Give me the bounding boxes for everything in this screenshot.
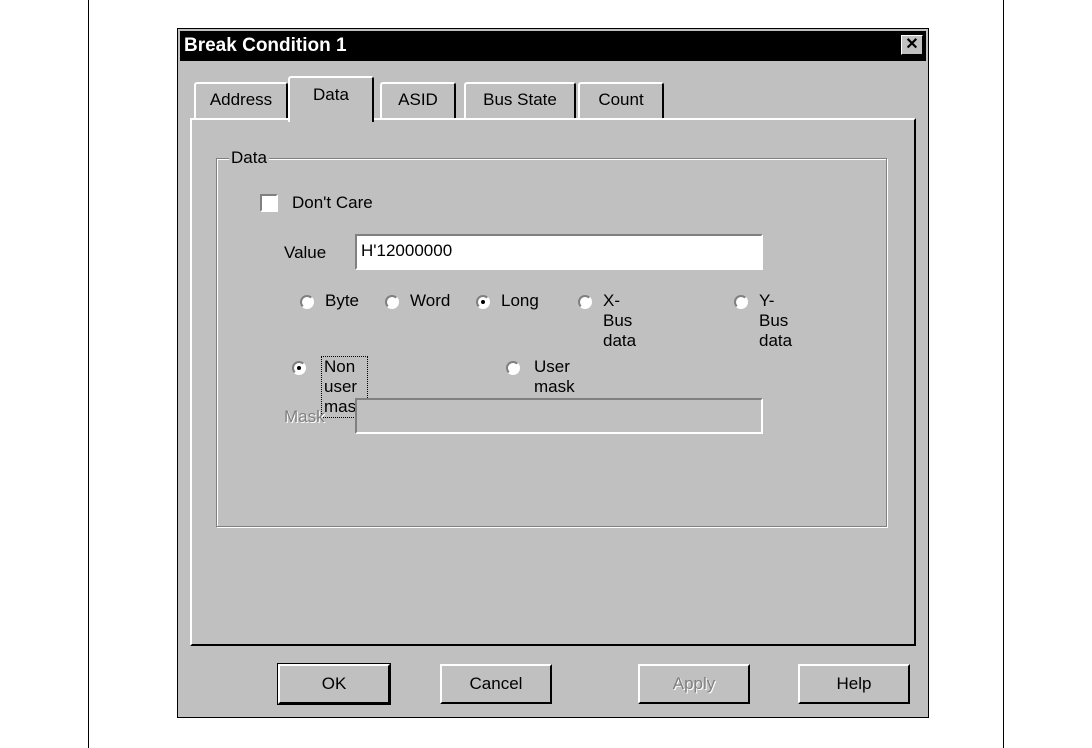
dialog-title: Break Condition 1 [184,35,347,56]
radio-x-bus-data[interactable] [578,295,592,309]
tab-data-label: Data [313,85,349,104]
tab-asid-label: ASID [398,90,438,109]
value-input[interactable]: H'12000000 [355,234,763,270]
title-bar: Break Condition 1 ✕ [180,31,926,61]
mask-input [355,398,763,434]
tab-data[interactable]: Data [288,76,374,122]
tab-address-label: Address [209,90,273,109]
tab-address[interactable]: Address [194,82,288,118]
radio-long[interactable] [476,295,490,309]
value-label: Value [284,243,327,262]
radio-long-label[interactable]: Long [501,291,539,311]
ok-button[interactable]: OK [277,663,391,705]
tab-bus-state-label: Bus State [483,90,557,109]
radio-x-bus-data-label[interactable]: X-Bus data [603,291,636,351]
help-button[interactable]: Help [798,664,910,704]
mask-label: Mask [284,407,325,426]
data-group-label: Data [229,148,269,168]
radio-byte[interactable] [300,295,314,309]
radio-byte-label[interactable]: Byte [325,291,359,311]
apply-button: Apply [638,664,750,704]
radio-word[interactable] [385,295,399,309]
dont-care-checkbox[interactable] [260,194,278,212]
page-frame-left [88,0,89,748]
tab-asid[interactable]: ASID [380,82,456,118]
radio-non-user-mask[interactable] [292,361,306,375]
radio-word-label[interactable]: Word [410,291,456,311]
tab-count[interactable]: Count [578,82,664,118]
dont-care-label[interactable]: Don't Care [292,193,373,213]
tab-bus-state[interactable]: Bus State [464,82,576,118]
page-frame-right [1003,0,1004,748]
cancel-button[interactable]: Cancel [440,664,552,704]
radio-y-bus-data[interactable] [734,295,748,309]
radio-y-bus-data-label[interactable]: Y-Bus data [759,291,792,351]
close-icon: ✕ [905,36,919,53]
radio-user-mask-label[interactable]: User mask [534,357,575,397]
dont-care-text: Don't Care [292,193,373,212]
radio-user-mask[interactable] [506,361,520,375]
close-button[interactable]: ✕ [901,35,923,55]
tab-count-label: Count [598,90,644,109]
